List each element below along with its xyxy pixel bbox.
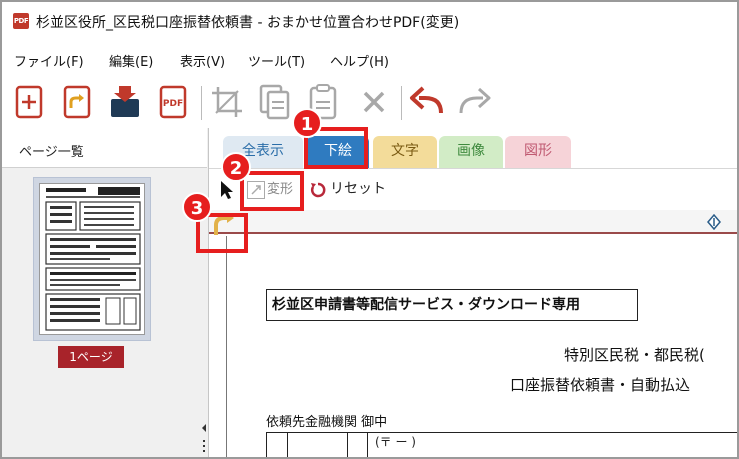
step-badge-2: 2 — [221, 152, 251, 182]
reset-label: リセット — [330, 181, 386, 197]
reset-icon — [309, 179, 327, 199]
pdf-app-icon: PDF — [13, 13, 29, 29]
highlight-transform — [240, 171, 304, 211]
postal-code-field: (〒 ー ) — [375, 435, 416, 449]
redo-icon[interactable] — [455, 82, 495, 122]
tab-image[interactable]: 画像 — [439, 136, 503, 168]
document-heading: 杉並区申請書等配信サービス・ダウンロード専用 — [266, 289, 638, 321]
page-list-panel: ページ一覧 1ページ — [2, 128, 209, 457]
menu-file[interactable]: ファイル(F) — [14, 51, 84, 70]
page-margin-line — [226, 236, 227, 457]
page-list-header: ページ一覧 — [2, 128, 207, 168]
menu-bar: ファイル(F) 編集(E) 表示(V) ツール(T) ヘルプ(H) — [2, 46, 737, 72]
reset-button[interactable]: リセット — [309, 178, 386, 200]
window-title: 杉並区役所_区民税口座振替依頼書 - おまかせ位置合わせPDF(変更) — [36, 15, 460, 31]
thumbnail-form-graphic — [45, 187, 141, 331]
table-divider — [347, 433, 348, 457]
thumbnail-page-preview — [39, 183, 145, 335]
document-bank-addressee: 依頼先金融機関 御中 — [266, 415, 388, 430]
document-form-title: 口座振替依頼書・自動払込 — [510, 376, 691, 394]
page-number-label[interactable]: 1ページ — [58, 346, 124, 368]
main-toolbar: PDF — [2, 78, 737, 128]
step-badge-1: 1 — [292, 108, 322, 138]
menu-help[interactable]: ヘルプ(H) — [330, 51, 389, 70]
step-badge-3: 3 — [182, 192, 212, 222]
select-cursor-icon[interactable] — [217, 179, 237, 201]
table-divider — [287, 433, 288, 457]
document-form-table: (〒 ー ) — [266, 432, 737, 457]
app-window: PDF 杉並区役所_区民税口座振替依頼書 - おまかせ位置合わせPDF(変更) … — [0, 0, 739, 459]
menu-view[interactable]: 表示(V) — [180, 51, 225, 70]
delete-icon[interactable] — [354, 82, 394, 122]
page-list-title: ページ一覧 — [19, 145, 84, 160]
undo-icon[interactable] — [407, 82, 447, 122]
toolbar-separator — [201, 86, 202, 120]
mode-tab-bar: 全表示 下絵 文字 画像 図形 — [209, 128, 737, 168]
import-icon[interactable] — [105, 82, 145, 122]
tab-text[interactable]: 文字 — [373, 136, 437, 168]
open-file-icon[interactable] — [57, 82, 97, 122]
menu-tools[interactable]: ツール(T) — [248, 51, 305, 70]
splitter-arrow-icon — [202, 424, 206, 452]
document-canvas[interactable]: 杉並区申請書等配信サービス・ダウンロード専用 特別区民税・都民税( 口座振替依頼… — [209, 236, 737, 457]
crop-icon[interactable] — [207, 82, 247, 122]
pdf-export-icon[interactable]: PDF — [153, 82, 193, 122]
new-file-icon[interactable] — [9, 82, 49, 122]
menu-edit[interactable]: 編集(E) — [109, 51, 153, 70]
table-divider — [367, 433, 368, 457]
toolbar-separator — [401, 86, 402, 120]
panel-splitter[interactable] — [201, 418, 207, 457]
copy-icon[interactable] — [255, 82, 295, 122]
ruler-bar — [209, 210, 737, 235]
page-thumbnail[interactable] — [33, 177, 151, 341]
ruler-position-marker-icon[interactable] — [706, 213, 722, 231]
svg-text:PDF: PDF — [163, 99, 183, 109]
tab-shape[interactable]: 図形 — [505, 136, 571, 168]
document-tax-title: 特別区民税・都民税( — [564, 346, 705, 364]
title-bar: PDF 杉並区役所_区民税口座振替依頼書 - おまかせ位置合わせPDF(変更) — [2, 2, 737, 40]
